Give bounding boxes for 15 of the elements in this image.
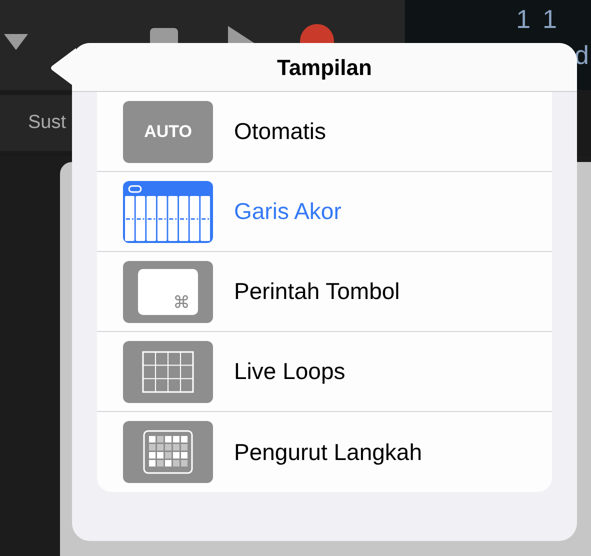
popover-title: Tampilan <box>277 54 372 82</box>
counter-digit: 1 <box>516 6 531 32</box>
menu-item[interactable]: Otomatis <box>234 114 326 149</box>
grid-icon <box>123 340 213 402</box>
chord-strips-icon <box>123 180 213 242</box>
auto-icon: AUTO <box>123 100 213 162</box>
key-icon: ⌘ <box>123 260 213 322</box>
menu-item[interactable]: Perintah Tombol <box>234 274 400 309</box>
dropdown-triangle-icon[interactable] <box>2 32 30 52</box>
track-label: Sust <box>28 110 66 135</box>
counter-digit: 1 <box>542 6 557 32</box>
step-grid-icon <box>123 421 213 483</box>
menu-item[interactable]: Pengurut Langkah <box>234 434 422 470</box>
menu-item[interactable]: Live Loops <box>234 354 346 389</box>
menu-item[interactable]: Garis Akor <box>234 194 342 229</box>
